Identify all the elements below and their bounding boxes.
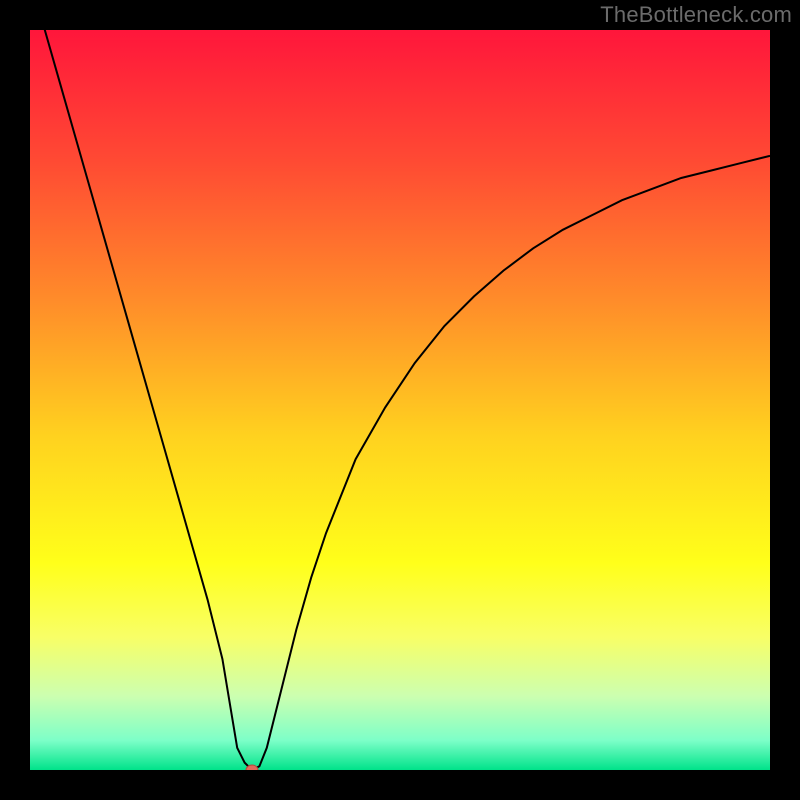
- watermark-text: TheBottleneck.com: [600, 2, 792, 28]
- chart-svg: [30, 30, 770, 770]
- gradient-background: [30, 30, 770, 770]
- outer-frame: TheBottleneck.com: [0, 0, 800, 800]
- plot-area: [30, 30, 770, 770]
